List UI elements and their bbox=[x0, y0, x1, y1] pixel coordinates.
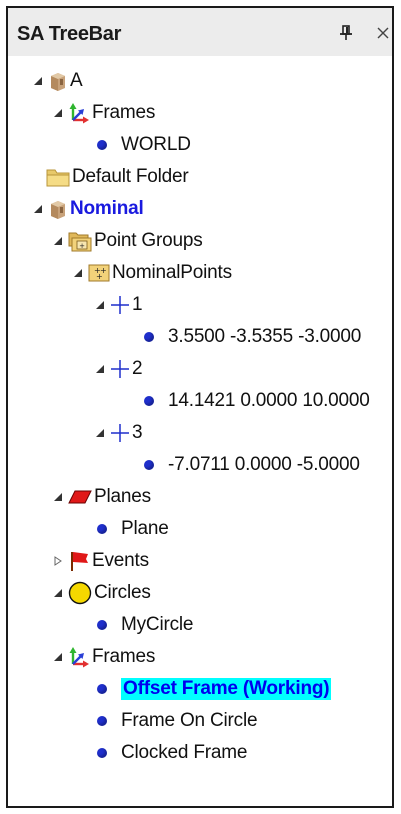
box-icon bbox=[48, 198, 68, 220]
tree-node-point-1[interactable]: 1 bbox=[94, 289, 143, 321]
bullet-icon bbox=[97, 140, 107, 150]
bullet-icon bbox=[97, 620, 107, 630]
tree-label-point-groups: Point Groups bbox=[94, 230, 203, 251]
circle-icon bbox=[68, 581, 92, 605]
plus-point-icon bbox=[110, 359, 130, 379]
tree-label-planes: Planes bbox=[94, 486, 151, 507]
plane-icon bbox=[68, 487, 92, 507]
point-groups-folder-icon: + bbox=[68, 230, 92, 252]
bullet-icon bbox=[97, 748, 107, 758]
expanded-triangle-icon[interactable] bbox=[32, 75, 44, 87]
tree-label-nominal-points: NominalPoints bbox=[112, 262, 232, 283]
tree-label-point-1: 1 bbox=[132, 294, 143, 315]
tree-node-a[interactable]: A bbox=[32, 65, 83, 97]
frame-axes-icon bbox=[68, 646, 90, 668]
expanded-triangle-icon[interactable] bbox=[52, 587, 64, 599]
tree-node-plane[interactable]: Plane bbox=[97, 513, 169, 545]
expanded-triangle-icon[interactable] bbox=[52, 235, 64, 247]
panel-title: SA TreeBar bbox=[17, 23, 122, 45]
tree-label-point-1-coords: 3.5500 -3.5355 -3.0000 bbox=[168, 326, 362, 347]
tree-label-frame-on-circle: Frame On Circle bbox=[121, 710, 258, 731]
tree-label-events: Events bbox=[92, 550, 149, 571]
tree-node-point-2-coords[interactable]: 14.1421 0.0000 10.0000 bbox=[144, 385, 370, 417]
flag-icon bbox=[68, 550, 90, 572]
tree-label-plane: Plane bbox=[121, 518, 169, 539]
tree-node-point-groups[interactable]: + Point Groups bbox=[52, 225, 203, 257]
tree-label-default-folder: Default Folder bbox=[72, 166, 189, 187]
bullet-icon bbox=[144, 332, 154, 342]
tree-node-point-1-coords[interactable]: 3.5500 -3.5355 -3.0000 bbox=[144, 321, 361, 353]
tree-label-point-2-coords: 14.1421 0.0000 10.0000 bbox=[168, 390, 370, 411]
tree-node-default-folder[interactable]: Default Folder bbox=[46, 161, 189, 193]
tree-label-world: WORLD bbox=[121, 134, 191, 155]
tree-node-frame-on-circle[interactable]: Frame On Circle bbox=[97, 705, 258, 737]
frame-axes-icon bbox=[68, 102, 90, 124]
tree-node-frames-2[interactable]: Frames bbox=[52, 641, 155, 673]
close-icon[interactable] bbox=[372, 21, 394, 45]
tree-label-frames-2: Frames bbox=[92, 646, 156, 667]
plus-point-icon bbox=[110, 423, 130, 443]
tree-label-clocked-frame: Clocked Frame bbox=[121, 742, 248, 763]
tree-node-offset-frame[interactable]: Offset Frame (Working) bbox=[97, 673, 332, 705]
bullet-icon bbox=[144, 396, 154, 406]
folder-icon bbox=[46, 166, 70, 188]
svg-text:+: + bbox=[96, 272, 103, 281]
tree-node-clocked-frame[interactable]: Clocked Frame bbox=[97, 737, 247, 769]
tree-label-point-3: 3 bbox=[132, 422, 143, 443]
bullet-icon bbox=[144, 460, 154, 470]
tree-bar-panel: SA TreeBar A Frames WORLD Default Folder… bbox=[6, 6, 394, 808]
expanded-triangle-icon[interactable] bbox=[52, 107, 64, 119]
bullet-icon bbox=[97, 524, 107, 534]
tree-node-planes[interactable]: Planes bbox=[52, 481, 151, 513]
bullet-icon bbox=[97, 684, 107, 694]
bullet-icon bbox=[97, 716, 107, 726]
tree-node-point-3-coords[interactable]: -7.0711 0.0000 -5.0000 bbox=[144, 449, 360, 481]
tree-node-events[interactable]: Events bbox=[52, 545, 149, 577]
expanded-triangle-icon[interactable] bbox=[94, 299, 106, 311]
tree-label-point-2: 2 bbox=[132, 358, 143, 379]
tree-label-frames: Frames bbox=[92, 102, 156, 123]
panel-header: SA TreeBar bbox=[8, 8, 392, 56]
expanded-triangle-icon[interactable] bbox=[52, 491, 64, 503]
tree-node-nominal-points[interactable]: + + + NominalPoints bbox=[72, 257, 232, 289]
tree-node-point-3[interactable]: 3 bbox=[94, 417, 143, 449]
tree-node-world[interactable]: WORLD bbox=[97, 129, 191, 161]
tree-label-point-3-coords: -7.0711 0.0000 -5.0000 bbox=[168, 454, 360, 475]
tree-label-mycircle: MyCircle bbox=[121, 614, 194, 635]
tree-node-nominal[interactable]: Nominal bbox=[32, 193, 144, 225]
svg-text:+: + bbox=[79, 242, 85, 250]
point-group-icon: + + + bbox=[88, 262, 110, 284]
tree-label-a: A bbox=[70, 70, 83, 91]
expanded-triangle-icon[interactable] bbox=[52, 651, 64, 663]
pin-icon[interactable] bbox=[335, 21, 357, 45]
expanded-triangle-icon[interactable] bbox=[94, 363, 106, 375]
expanded-triangle-icon[interactable] bbox=[94, 427, 106, 439]
tree-node-mycircle[interactable]: MyCircle bbox=[97, 609, 193, 641]
tree-label-offset-frame-selected: Offset Frame (Working) bbox=[121, 678, 332, 700]
tree-label-circles: Circles bbox=[94, 582, 151, 603]
expanded-triangle-icon[interactable] bbox=[72, 267, 84, 279]
plus-point-icon bbox=[110, 295, 130, 315]
tree-node-point-2[interactable]: 2 bbox=[94, 353, 143, 385]
tree-node-circles[interactable]: Circles bbox=[52, 577, 151, 609]
tree-label-nominal: Nominal bbox=[70, 198, 144, 219]
expanded-triangle-icon[interactable] bbox=[32, 203, 44, 215]
collapsed-triangle-icon[interactable] bbox=[52, 555, 64, 567]
tree-node-frames[interactable]: Frames bbox=[52, 97, 155, 129]
box-icon bbox=[48, 70, 68, 92]
